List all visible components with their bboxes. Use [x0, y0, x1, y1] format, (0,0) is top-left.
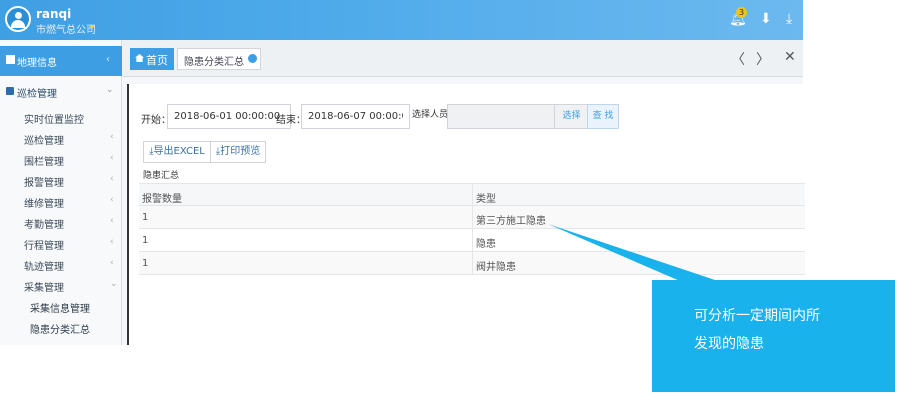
sidebar-item-label: 实时位置监控: [24, 115, 84, 126]
table-cell: 1: [142, 258, 149, 269]
column-header[interactable]: 报警数量: [142, 190, 182, 205]
chevron-left-icon: ‹: [106, 54, 110, 65]
sidebar-group-inspection[interactable]: 巡检管理 ⌄: [0, 82, 122, 102]
start-time-input[interactable]: [167, 104, 291, 129]
chevron-left-icon: ‹: [110, 195, 114, 205]
sidebar-section-label: 地理信息: [17, 58, 57, 69]
table-cell: 1: [142, 212, 149, 223]
chevron-left-icon: ‹: [110, 237, 114, 247]
sidebar-item-label: 围栏管理: [24, 157, 64, 168]
chevron-left-icon: ‹: [110, 216, 114, 226]
sidebar-item-label: 巡检管理: [24, 136, 64, 147]
table-row[interactable]: 1 隐患: [139, 229, 805, 252]
download-icon[interactable]: ⤓: [786, 11, 792, 27]
chevron-left-icon: ‹: [110, 132, 114, 142]
sidebar-item-geo-info[interactable]: 地理信息 ‹: [0, 46, 122, 76]
sidebar-item-inspection[interactable]: 巡检管理 ‹: [0, 128, 122, 149]
column-header[interactable]: 类型: [476, 190, 496, 205]
tab-home[interactable]: 首页: [130, 48, 174, 70]
tab-close-all-button[interactable]: ✕: [784, 49, 796, 65]
tab-next-button[interactable]: 〉: [756, 49, 770, 69]
sidebar-item-label: 采集管理: [24, 283, 64, 294]
sidebar-item-label: 行程管理: [24, 241, 64, 252]
sidebar-item-label: 轨迹管理: [24, 262, 64, 273]
chevron-left-icon: ‹: [110, 153, 114, 163]
print-preview-button[interactable]: ⤓打印预览: [210, 141, 266, 163]
company-name[interactable]: 市燃气总公司: [36, 21, 96, 36]
chevron-down-icon: ⌄: [106, 85, 114, 95]
notification-badge: 3: [736, 7, 747, 18]
sidebar-item-label: 报警管理: [24, 178, 64, 189]
user-name[interactable]: ranqi: [36, 7, 71, 21]
table-header-row: 报警数量 类型: [139, 183, 805, 207]
sidebar-group-label: 巡检管理: [17, 89, 57, 100]
chevron-left-icon: ‹: [110, 174, 114, 184]
table-row[interactable]: 1 阀井隐患: [139, 252, 805, 275]
select-button[interactable]: 选择: [554, 104, 589, 129]
annotation-callout: 可分析一定期间内所 发现的隐患: [652, 280, 895, 392]
top-bar: ranqi 市燃气总公司 🔔︎ 3 ⬇︎ ⤓: [0, 0, 803, 40]
sidebar-item-fence[interactable]: 围栏管理 ‹: [0, 149, 122, 170]
tab-close-icon[interactable]: [248, 54, 257, 63]
sidebar-subitem-hazard-summary[interactable]: 隐患分类汇总: [0, 317, 122, 338]
sidebar: 地理信息 ‹ 巡检管理 ⌄ 实时位置监控 巡检管理 ‹ 围栏管理 ‹ 报警管理 …: [0, 40, 122, 345]
export-label: 导出EXCEL: [153, 146, 205, 157]
person-input[interactable]: [447, 104, 555, 129]
sidebar-item-repair[interactable]: 维修管理 ‹: [0, 191, 122, 212]
sidebar-subitem-collection-info[interactable]: 采集信息管理: [0, 296, 122, 317]
home-icon: [135, 54, 144, 62]
chevron-left-icon: ‹: [110, 258, 114, 268]
tab-prev-button[interactable]: 〈: [731, 49, 745, 69]
sidebar-item-track[interactable]: 轨迹管理 ‹: [0, 254, 122, 275]
print-label: 打印预览: [220, 146, 261, 157]
sidebar-item-alarm[interactable]: 报警管理 ‹: [0, 170, 122, 191]
end-time-input[interactable]: [301, 104, 410, 129]
sidebar-item-realtime-monitor[interactable]: 实时位置监控: [0, 107, 122, 128]
sidebar-item-attendance[interactable]: 考勤管理 ‹: [0, 212, 122, 233]
map-icon: [6, 55, 15, 64]
sidebar-item-collection[interactable]: 采集管理 ⌄: [0, 275, 122, 296]
tab-home-label: 首页: [146, 54, 168, 67]
table-row[interactable]: 1 第三方施工隐患: [139, 206, 805, 229]
table-cell: 隐患: [476, 239, 496, 250]
caret-down-icon[interactable]: [89, 25, 95, 29]
microphone-icon[interactable]: ⬇︎: [760, 11, 772, 27]
user-avatar-icon[interactable]: [5, 6, 31, 32]
summary-title: 隐患汇总: [143, 171, 180, 181]
table-cell: 第三方施工隐患: [476, 216, 546, 227]
sidebar-item-label: 考勤管理: [24, 220, 64, 231]
person-label: 选择人员: [412, 110, 449, 120]
search-button[interactable]: 查 找: [587, 104, 619, 129]
sidebar-item-label: 隐患分类汇总: [30, 325, 90, 336]
callout-line-1: 可分析一定期间内所: [694, 308, 820, 324]
table-cell: 阀井隐患: [476, 262, 516, 273]
tab-active-label: 隐患分类汇总: [184, 57, 244, 68]
sidebar-item-label: 采集信息管理: [30, 304, 90, 315]
user-group-icon: [6, 87, 14, 95]
sidebar-item-label: 维修管理: [24, 199, 64, 210]
sidebar-item-itinerary[interactable]: 行程管理 ‹: [0, 233, 122, 254]
export-excel-button[interactable]: ⤓导出EXCEL: [143, 141, 211, 163]
tab-hazard-summary[interactable]: 隐患分类汇总: [177, 48, 261, 70]
callout-line-2: 发现的隐患: [694, 336, 764, 352]
chevron-down-icon: ⌄: [110, 279, 118, 289]
tab-bar: 首页 隐患分类汇总 〈 〉 ✕: [122, 40, 803, 77]
table-cell: 1: [142, 235, 149, 246]
